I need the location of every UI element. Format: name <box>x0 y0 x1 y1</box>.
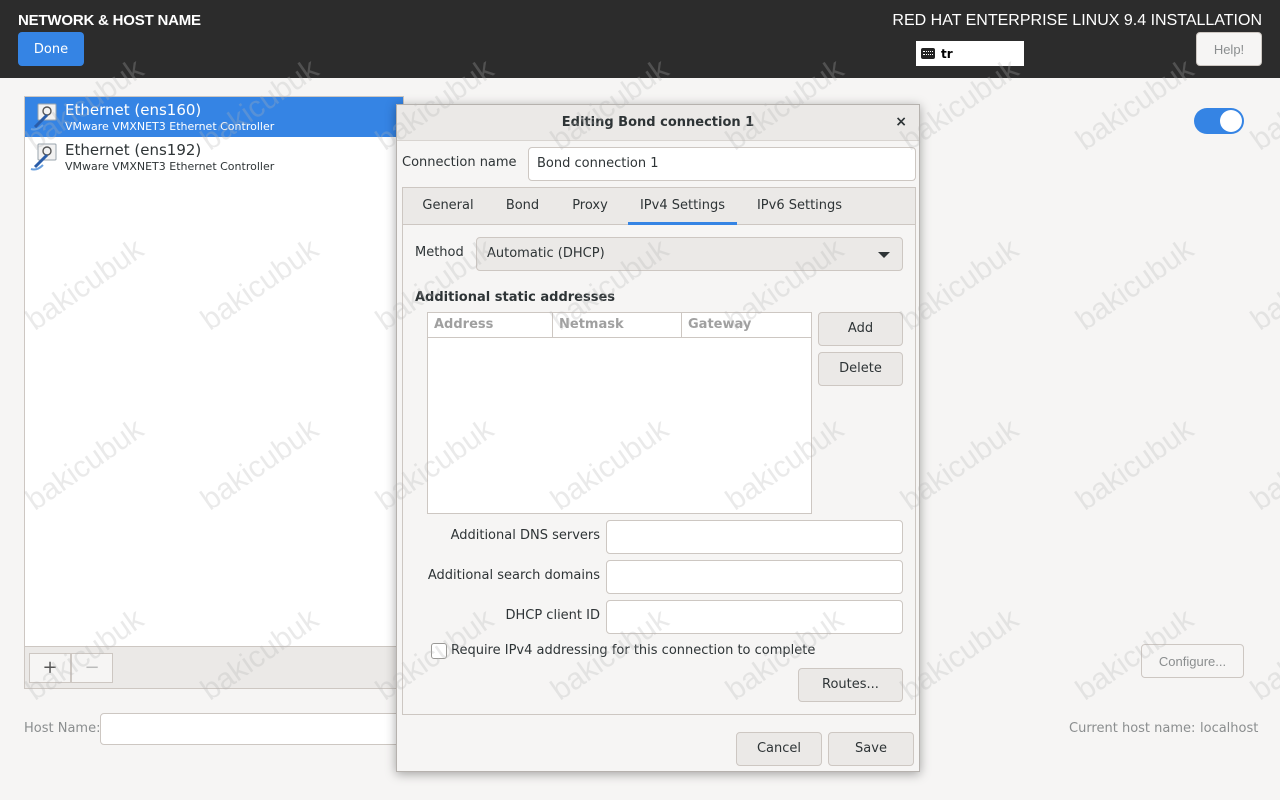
tab-ipv6-settings[interactable]: IPv6 Settings <box>747 188 852 225</box>
delete-address-button[interactable]: Delete <box>818 352 903 386</box>
cancel-button[interactable]: Cancel <box>736 732 822 766</box>
connection-name-label: Connection name <box>402 155 517 170</box>
connection-name-input[interactable]: Bond connection 1 <box>528 147 916 181</box>
hostname-label: Host Name: <box>24 721 101 736</box>
settings-tabs: General Bond Proxy IPv4 Settings IPv6 Se… <box>402 187 916 225</box>
help-button[interactable]: Help! <box>1196 32 1262 66</box>
search-domains-input[interactable] <box>606 560 903 594</box>
require-ipv4-label: Require IPv4 addressing for this connect… <box>451 643 816 658</box>
device-subtitle: VMware VMXNET3 Ethernet Controller <box>65 120 275 133</box>
keyboard-layout-label: tr <box>941 46 953 61</box>
device-enable-toggle[interactable] <box>1194 108 1244 134</box>
tab-proxy[interactable]: Proxy <box>560 188 620 225</box>
add-address-button[interactable]: Add <box>818 312 903 346</box>
device-item-ens160[interactable]: Ethernet (ens160) VMware VMXNET3 Etherne… <box>25 97 403 137</box>
current-hostname-label: Current host name: <box>1069 721 1196 736</box>
add-device-button[interactable]: + <box>29 653 71 683</box>
device-list: Ethernet (ens160) VMware VMXNET3 Etherne… <box>24 96 404 647</box>
column-gateway[interactable]: Gateway <box>688 317 751 332</box>
product-title: RED HAT ENTERPRISE LINUX 9.4 INSTALLATIO… <box>892 12 1262 29</box>
save-button[interactable]: Save <box>828 732 914 766</box>
device-item-ens192[interactable]: Ethernet (ens192) VMware VMXNET3 Etherne… <box>25 137 403 177</box>
method-dropdown[interactable]: Automatic (DHCP) <box>476 237 903 271</box>
dhcp-client-id-label: DHCP client ID <box>505 608 600 623</box>
watermark-text: bakicubuk <box>1245 232 1280 338</box>
spoke-title: NETWORK & HOST NAME <box>18 12 201 29</box>
column-address[interactable]: Address <box>434 317 493 332</box>
toggle-knob <box>1220 110 1242 132</box>
column-divider <box>552 313 553 338</box>
routes-button[interactable]: Routes... <box>798 668 903 702</box>
tab-bond[interactable]: Bond <box>495 188 550 225</box>
remove-device-button[interactable]: − <box>71 653 113 683</box>
tab-general[interactable]: General <box>413 188 483 225</box>
tab-ipv4-settings[interactable]: IPv4 Settings <box>628 188 737 225</box>
method-label: Method <box>415 245 464 260</box>
dns-servers-input[interactable] <box>606 520 903 554</box>
require-ipv4-checkbox[interactable] <box>431 643 447 659</box>
edit-connection-dialog: Editing Bond connection 1 × Connection n… <box>396 104 920 772</box>
device-list-toolbar: + − <box>24 647 404 689</box>
ethernet-icon <box>30 103 57 131</box>
ethernet-icon <box>30 143 57 171</box>
watermark-text: bakicubuk <box>1245 602 1280 708</box>
header-bar: NETWORK & HOST NAME Done RED HAT ENTERPR… <box>0 0 1280 78</box>
column-divider <box>681 313 682 338</box>
device-name: Ethernet (ens192) <box>65 141 202 159</box>
dialog-titlebar: Editing Bond connection 1 × <box>397 105 919 141</box>
method-value: Automatic (DHCP) <box>487 246 605 261</box>
watermark-text: bakicubuk <box>1070 232 1200 338</box>
current-hostname-value: localhost <box>1200 721 1259 736</box>
hostname-input[interactable] <box>100 713 400 745</box>
dns-servers-label: Additional DNS servers <box>450 528 600 543</box>
done-button[interactable]: Done <box>18 32 84 66</box>
search-domains-label: Additional search domains <box>427 568 600 583</box>
column-netmask[interactable]: Netmask <box>559 317 624 332</box>
device-name: Ethernet (ens160) <box>65 101 202 119</box>
keyboard-layout-indicator[interactable]: tr <box>916 41 1024 66</box>
table-header: Address Netmask Gateway <box>428 313 811 338</box>
ipv4-settings-panel: Method Automatic (DHCP) Additional stati… <box>402 225 916 715</box>
chevron-down-icon <box>878 252 890 258</box>
static-addresses-heading: Additional static addresses <box>415 290 616 305</box>
dhcp-client-id-input[interactable] <box>606 600 903 634</box>
static-addresses-table[interactable]: Address Netmask Gateway <box>427 312 812 514</box>
keyboard-icon <box>921 48 935 59</box>
watermark-text: bakicubuk <box>1245 412 1280 518</box>
configure-button[interactable]: Configure... <box>1141 644 1244 678</box>
device-subtitle: VMware VMXNET3 Ethernet Controller <box>65 160 275 173</box>
dialog-title: Editing Bond connection 1 <box>561 115 755 130</box>
watermark-text: bakicubuk <box>1070 412 1200 518</box>
close-icon[interactable]: × <box>895 114 907 130</box>
